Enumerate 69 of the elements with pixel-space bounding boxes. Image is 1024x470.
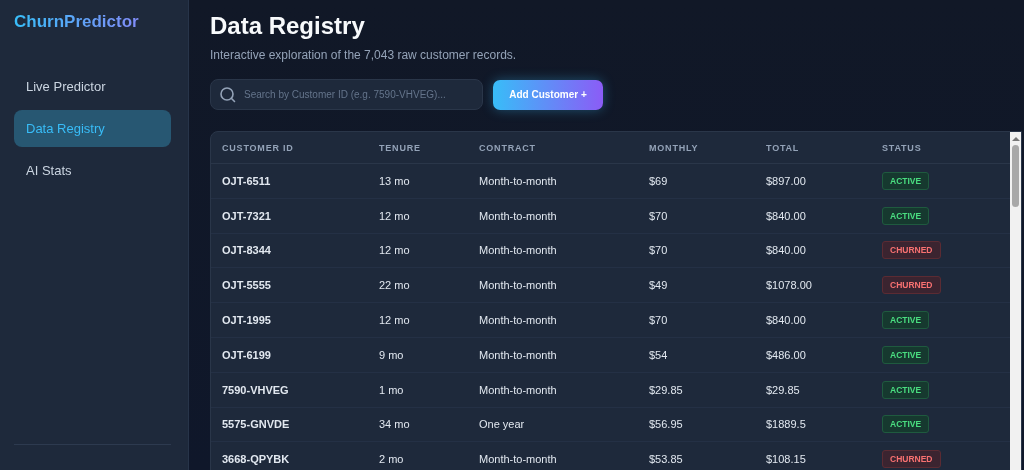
column-header: CONTRACT: [468, 132, 638, 164]
table-cell: $840.00: [755, 198, 871, 234]
table-cell: $70: [638, 198, 755, 234]
scrollbar-thumb[interactable]: [1012, 145, 1019, 207]
nav-item[interactable]: Live Predictor: [14, 68, 171, 105]
table-cell: OJT-6511: [211, 163, 368, 199]
status-badge: ACTIVE: [882, 415, 930, 434]
table-cell: 1 mo: [368, 372, 468, 408]
table-cell: $29.85: [755, 372, 871, 408]
status-badge: ACTIVE: [882, 206, 930, 225]
table-cell: $897.00: [755, 163, 871, 199]
table-cell: OJT-1995: [211, 302, 368, 338]
status-badge: CHURNED: [882, 450, 941, 469]
table-cell: 3668-QPYBK: [211, 441, 368, 470]
table-cell: $108.15: [755, 441, 871, 470]
table-cell: 12 mo: [368, 302, 468, 338]
table-cell: 9 mo: [368, 337, 468, 373]
table-cell: $56.95: [638, 407, 755, 442]
table-cell: $486.00: [755, 337, 871, 373]
status-badge: ACTIVE: [882, 171, 930, 190]
table-cell: OJT-7321: [211, 198, 368, 234]
page-subtitle: Interactive exploration of the 7,043 raw customer records.: [210, 48, 518, 62]
table-cell: $53.85: [638, 441, 755, 470]
table-cell: 13 mo: [368, 163, 468, 199]
table-cell: OJT-8344: [211, 233, 368, 268]
status-badge: ACTIVE: [882, 345, 930, 364]
table-cell: Month-to-month: [468, 267, 638, 303]
table-cell: One year: [468, 407, 638, 442]
table-cell: $840.00: [755, 302, 871, 338]
nav-item[interactable]: AI Stats: [14, 152, 171, 189]
status-badge: CHURNED: [882, 276, 941, 295]
table-cell: OJT-6199: [211, 337, 368, 373]
table-cell: Month-to-month: [468, 233, 638, 268]
table-cell: 22 mo: [368, 267, 468, 303]
column-header: TOTAL: [755, 132, 871, 164]
column-header: TENURE: [368, 132, 468, 164]
table-cell: Month-to-month: [468, 302, 638, 338]
table-cell: 7590-VHVEG: [211, 372, 368, 408]
table-cell: 2 mo: [368, 441, 468, 470]
table-cell: $69: [638, 163, 755, 199]
search-field[interactable]: Search by Customer ID (e.g. 7590-VHVEG)...: [210, 79, 483, 110]
table-cell: Month-to-month: [468, 337, 638, 373]
table-cell: $29.85: [638, 372, 755, 408]
table-cell: 5575-GNVDE: [211, 407, 368, 442]
table-cell: 34 mo: [368, 407, 468, 442]
table-cell: $840.00: [755, 233, 871, 268]
scroll-up-arrow-icon[interactable]: [1010, 135, 1021, 143]
table-cell: $70: [638, 233, 755, 268]
table-cell: Month-to-month: [468, 441, 638, 470]
scrollbar[interactable]: [1010, 132, 1021, 470]
column-header: CUSTOMER ID: [211, 132, 368, 164]
table-cell: $49: [638, 267, 755, 303]
table-cell: $1889.5: [755, 407, 871, 442]
table-cell: $54: [638, 337, 755, 373]
table-cell: Month-to-month: [468, 372, 638, 408]
table-cell: 12 mo: [368, 233, 468, 268]
table-cell: OJT-5555: [211, 267, 368, 303]
page-title: Data Registry: [210, 12, 366, 40]
search-icon: [220, 87, 236, 103]
table-cell: $1078.00: [755, 267, 871, 303]
nav-item[interactable]: Data Registry: [14, 110, 171, 147]
table-cell: 12 mo: [368, 198, 468, 234]
table-cell: Month-to-month: [468, 163, 638, 199]
status-badge: CHURNED: [882, 241, 941, 260]
column-header: MONTHLY: [638, 132, 755, 164]
status-badge: ACTIVE: [882, 311, 930, 330]
status-badge: ACTIVE: [882, 380, 930, 399]
table-cell: $70: [638, 302, 755, 338]
table-cell: Month-to-month: [468, 198, 638, 234]
